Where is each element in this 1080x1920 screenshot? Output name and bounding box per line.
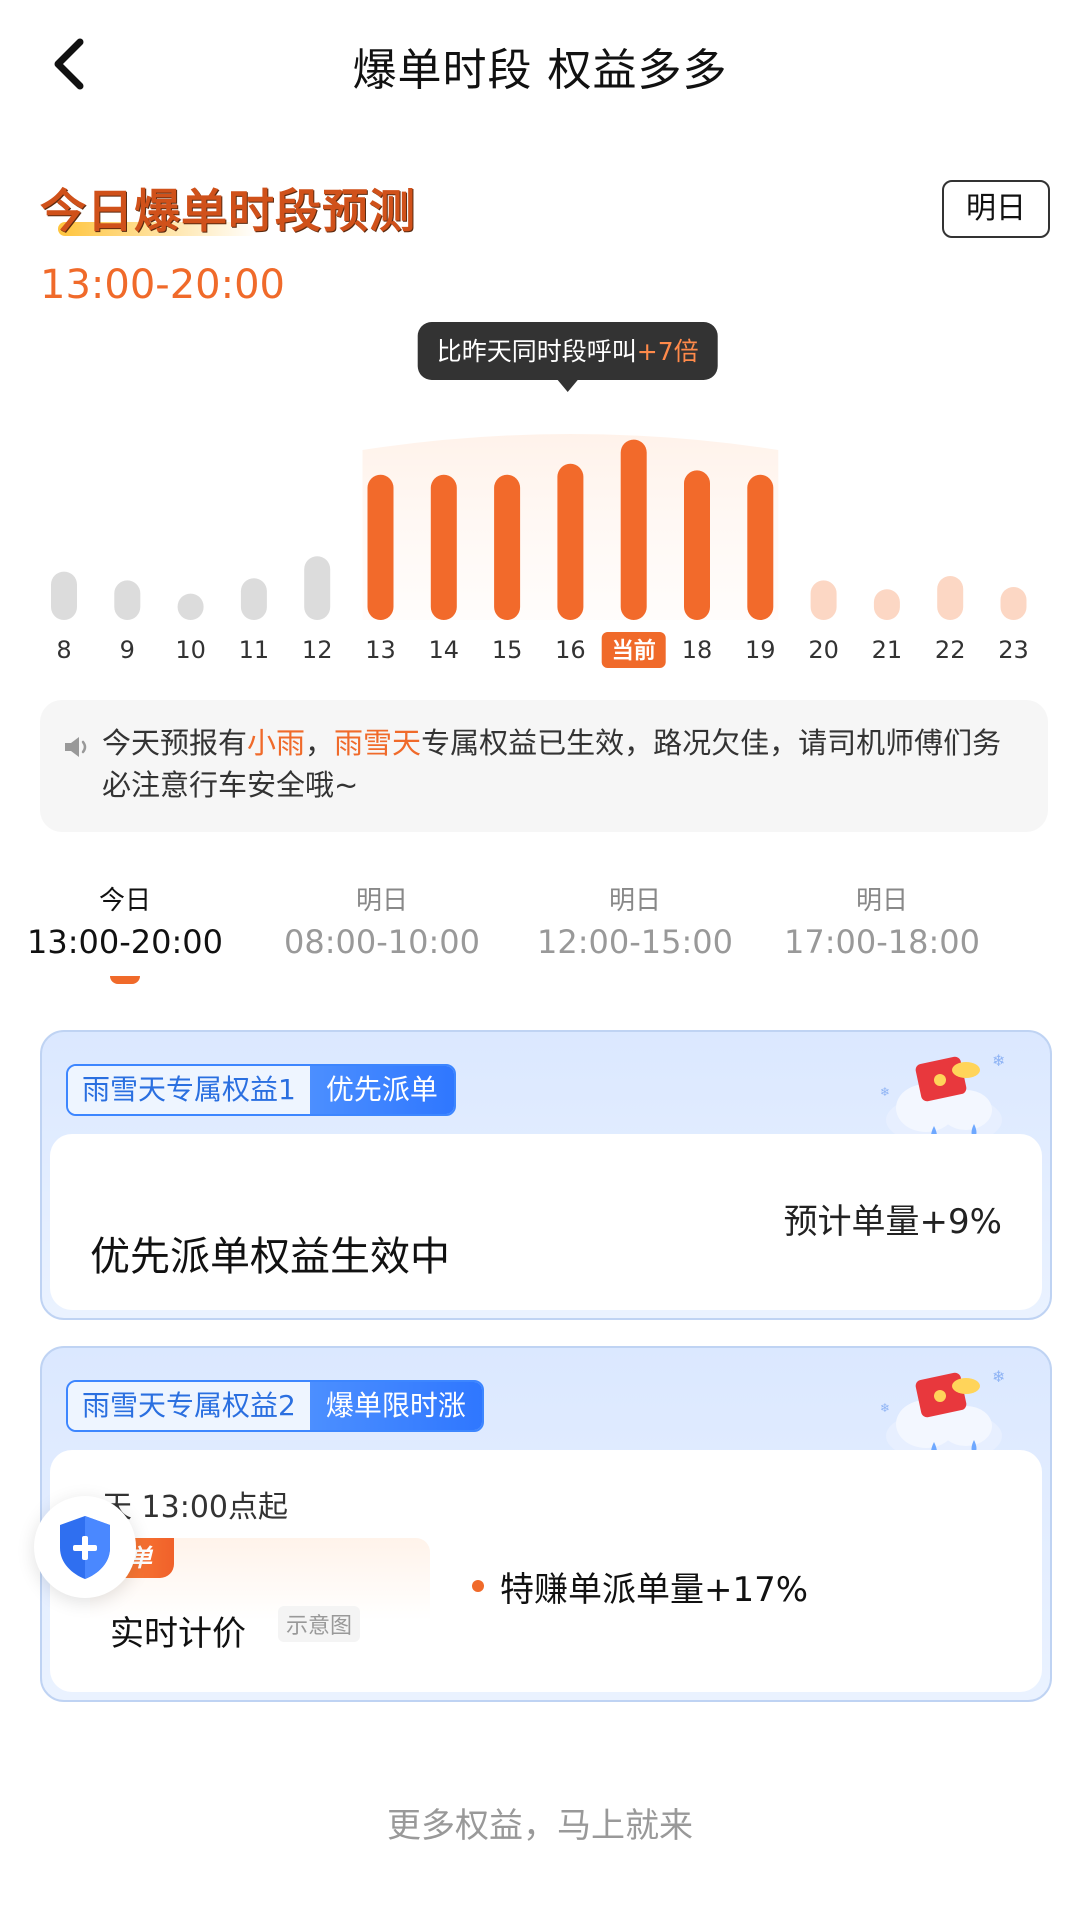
tooltip-value: +7倍 xyxy=(637,337,699,366)
notice-prefix: 今天预报有 xyxy=(102,726,248,760)
chart-bar xyxy=(1000,587,1027,620)
chart-bar xyxy=(873,589,900,620)
chart-bar xyxy=(684,470,710,620)
chart-bar xyxy=(51,571,77,620)
benefit-tag-label: 雨雪天专属权益2 xyxy=(68,1382,310,1430)
tab-day: 明日 xyxy=(608,886,661,916)
chart-tick-label: 21 xyxy=(872,636,903,664)
chart-bar xyxy=(304,556,331,620)
notice-weather: 小雨 xyxy=(247,726,306,760)
tab-range: 08:00-10:00 xyxy=(284,923,480,961)
chart-tick-label: 9 xyxy=(120,636,135,664)
tab-range: 12:00-15:00 xyxy=(537,923,733,961)
tab-range: 13:00-20:00 xyxy=(27,923,223,961)
chart-tick-label: 23 xyxy=(998,636,1029,664)
hourly-forecast-chart: 8 9 10 11 12 13 14 15 16 当前 18 19 20 21 22 23 比昨天同时段呼叫+7… xyxy=(51,322,1029,668)
tab-day: 今日 xyxy=(98,886,151,916)
bullet-dot xyxy=(472,1580,484,1592)
chart-tick-label: 13 xyxy=(365,636,396,664)
illustration-note: 示意图 xyxy=(278,1606,361,1642)
chart-bar xyxy=(810,580,837,620)
svg-text:❄: ❄ xyxy=(992,1367,1005,1386)
chart-bar xyxy=(747,474,774,620)
tab-range: 17:00-18:00 xyxy=(784,923,980,961)
chart-bar xyxy=(937,576,964,620)
chart-bar xyxy=(177,593,204,620)
tab-today[interactable]: 今日 13:00-20:00 xyxy=(15,880,235,961)
tab-tomorrow-noon[interactable]: 明日 12:00-15:00 xyxy=(525,880,745,961)
chart-tick-label: 8 xyxy=(56,636,71,664)
svg-text:❄: ❄ xyxy=(992,1051,1005,1070)
benefit-estimate: 预计单量+9% xyxy=(783,1202,1002,1242)
benefit-tag-label: 雨雪天专属权益1 xyxy=(68,1066,310,1114)
benefit-card-1[interactable]: 雨雪天专属权益1 优先派单 ❄ ❄ 优先派单权益生效中 预计单量+9% xyxy=(40,1030,1052,1320)
chart-bar xyxy=(620,439,647,620)
benefit-tag-value: 优先派单 xyxy=(309,1066,454,1114)
chart-tick-label: 10 xyxy=(175,636,206,664)
benefit-metric: 特赚单派单量+17% xyxy=(500,1570,809,1610)
chart-tick-label: 11 xyxy=(239,636,270,664)
benefit-card-body: 天 13:00点起 赚单 实时计价 示意图 特赚单派单量+17% xyxy=(50,1450,1042,1692)
notice-highlight: 雨雪天 xyxy=(334,726,422,760)
benefit-status: 优先派单权益生效中 xyxy=(90,1234,450,1280)
chart-tick-label: 14 xyxy=(429,636,460,664)
pricing-preview: 赚单 实时计价 示意图 xyxy=(90,1538,430,1656)
chart-bar xyxy=(114,580,141,620)
benefit-card-2[interactable]: 雨雪天专属权益2 爆单限时涨 ❄ ❄ 天 13:00点起 赚单 实时计价 示意图… xyxy=(40,1346,1052,1702)
chart-tick-label: 当前 xyxy=(612,638,656,664)
forecast-title: 今日爆单时段预测 xyxy=(40,184,416,238)
chart-bar xyxy=(240,578,267,620)
active-tab-indicator xyxy=(110,976,140,984)
tomorrow-button[interactable]: 明日 xyxy=(942,180,1050,238)
tooltip-pointer xyxy=(557,380,578,392)
svg-text:❄: ❄ xyxy=(880,1085,890,1099)
page-title: 爆单时段 权益多多 xyxy=(352,45,728,96)
chart-bar xyxy=(430,474,457,620)
weather-notice: 今天预报有小雨，雨雪天专属权益已生效，路况欠佳，请司机师傅们务必注意行车安全哦~ xyxy=(40,700,1048,832)
chart-tick-label: 19 xyxy=(745,636,776,664)
header: 爆单时段 权益多多 xyxy=(0,0,1080,130)
tab-day: 明日 xyxy=(355,886,408,916)
chart-bar xyxy=(367,474,394,620)
footer-note: 更多权益，马上就来 xyxy=(387,1806,693,1846)
chart-tick-label: 18 xyxy=(682,636,713,664)
chart-tick-label: 20 xyxy=(808,636,839,664)
speaker-icon xyxy=(65,737,87,757)
tab-day: 明日 xyxy=(855,886,908,916)
chart-bar xyxy=(494,474,521,620)
benefit-tag-value: 爆单限时涨 xyxy=(309,1382,482,1430)
tab-tomorrow-evening[interactable]: 明日 17:00-18:00 xyxy=(772,880,992,961)
notice-sep: ， xyxy=(305,726,335,760)
chart-tick-label: 22 xyxy=(935,636,966,664)
chart-tick-label: 15 xyxy=(492,636,523,664)
tooltip-label: 比昨天同时段呼叫 xyxy=(437,337,637,366)
peak-time-range: 13:00-20:00 xyxy=(40,262,285,308)
svg-text:❄: ❄ xyxy=(880,1401,890,1415)
benefit-tag: 雨雪天专属权益2 爆单限时涨 xyxy=(66,1380,484,1432)
time-tabs: 今日 13:00-20:00 明日 08:00-10:00 明日 12:00-1… xyxy=(0,880,1080,990)
tooltip-text: 比昨天同时段呼叫+7倍 xyxy=(437,337,699,366)
chart-tick-label: 12 xyxy=(302,636,333,664)
safety-shield-button[interactable] xyxy=(34,1496,136,1598)
benefit-card-body: 优先派单权益生效中 预计单量+9% xyxy=(50,1134,1042,1310)
pricing-title: 实时计价 xyxy=(110,1614,246,1654)
notice-text: 今天预报有小雨，雨雪天专属权益已生效，路况欠佳，请司机师傅们务必注意行车安全哦~ xyxy=(102,722,1027,806)
chart-tick-label: 16 xyxy=(555,636,586,664)
shield-plus-icon xyxy=(60,1516,110,1579)
benefit-tag: 雨雪天专属权益1 优先派单 xyxy=(66,1064,456,1116)
tab-tomorrow-morning[interactable]: 明日 08:00-10:00 xyxy=(272,880,492,961)
chart-bar xyxy=(557,463,584,620)
